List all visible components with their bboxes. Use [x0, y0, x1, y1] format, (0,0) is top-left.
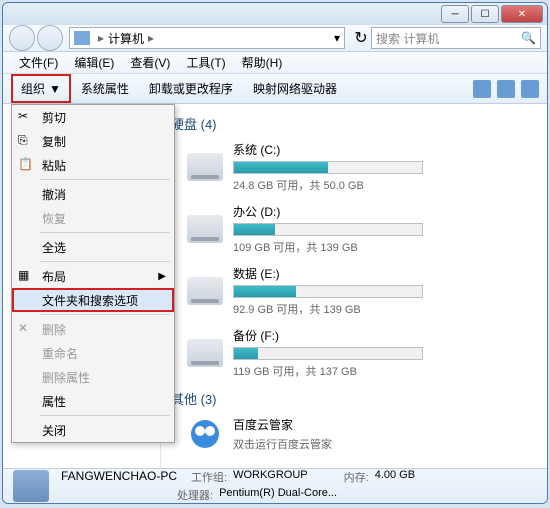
drive-c[interactable]: 系统 (C:) 24.8 GB 可用，共 50.0 GB [171, 141, 537, 193]
computer-icon [13, 470, 49, 502]
refresh-button[interactable]: ↻ [351, 28, 371, 48]
drive-icon [187, 277, 223, 305]
menu-file[interactable]: 文件(F) [11, 52, 66, 73]
statusbar: FANGWENCHAO-PC 工作组: WORKGROUP 内存: 4.00 G… [3, 468, 547, 503]
dd-select-all[interactable]: 全选 [12, 235, 174, 259]
preview-pane-icon[interactable] [497, 80, 515, 98]
menubar: 文件(F) 编辑(E) 查看(V) 工具(T) 帮助(H) [3, 52, 547, 74]
forward-button[interactable] [37, 25, 63, 51]
organize-dropdown: ✂剪切 ⎘复制 📋粘贴 撤消 恢复 全选 ▦布局▶ 文件夹和搜索选项 ✕删除 重… [11, 104, 175, 443]
menu-edit[interactable]: 编辑(E) [66, 52, 122, 73]
paste-icon: 📋 [18, 157, 34, 173]
computer-icon [74, 31, 90, 45]
help-icon[interactable] [521, 80, 539, 98]
maximize-button[interactable]: ☐ [471, 5, 499, 23]
dd-properties[interactable]: 属性 [12, 389, 174, 413]
baidu-cloud-icon [187, 416, 223, 452]
drive-d[interactable]: 办公 (D:) 109 GB 可用，共 139 GB [171, 203, 537, 255]
navbar: ▸ 计算机 ▸ ▾ ↻ 搜索 计算机 🔍 [3, 25, 547, 52]
dd-delete-props: 删除属性 [12, 365, 174, 389]
dd-layout[interactable]: ▦布局▶ [12, 264, 174, 288]
content-area: ✂剪切 ⎘复制 📋粘贴 撤消 恢复 全选 ▦布局▶ 文件夹和搜索选项 ✕删除 重… [3, 104, 547, 468]
dd-delete: ✕删除 [12, 317, 174, 341]
uninstall-button[interactable]: 卸载或更改程序 [139, 76, 243, 101]
chevron-right-icon: ▶ [158, 271, 166, 282]
dd-undo[interactable]: 撤消 [12, 182, 174, 206]
cut-icon: ✂ [18, 109, 34, 125]
main-panel: 硬盘 (4) 系统 (C:) 24.8 GB 可用，共 50.0 GB 办公 (… [161, 104, 547, 468]
menu-view[interactable]: 查看(V) [122, 52, 178, 73]
layout-icon: ▦ [18, 268, 34, 284]
toolbar: 组织 ▼ 系统属性 卸载或更改程序 映射网络驱动器 [3, 74, 547, 104]
drive-icon [187, 339, 223, 367]
search-input[interactable]: 搜索 计算机 🔍 [371, 27, 541, 49]
drive-e[interactable]: 数据 (E:) 92.9 GB 可用，共 139 GB [171, 265, 537, 317]
search-icon: 🔍 [521, 31, 536, 45]
address-dropdown-icon[interactable]: ▾ [334, 31, 340, 45]
menu-tools[interactable]: 工具(T) [178, 52, 233, 73]
menu-help[interactable]: 帮助(H) [234, 52, 291, 73]
dd-rename: 重命名 [12, 341, 174, 365]
dd-cut[interactable]: ✂剪切 [12, 105, 174, 129]
organize-button[interactable]: 组织 ▼ [11, 74, 71, 103]
titlebar: ─ ☐ ✕ [3, 3, 547, 25]
computer-name: FANGWENCHAO-PC [61, 469, 177, 485]
system-properties-button[interactable]: 系统属性 [71, 76, 139, 101]
drive-icon [187, 153, 223, 181]
other-baidu[interactable]: 百度云管家 双击运行百度云管家 [171, 416, 537, 452]
other-section-header: 其他 (3) [171, 389, 537, 408]
dd-folder-options[interactable]: 文件夹和搜索选项 [12, 288, 174, 312]
address-location: 计算机 [108, 30, 144, 47]
drive-icon [187, 215, 223, 243]
back-button[interactable] [9, 25, 35, 51]
dd-copy[interactable]: ⎘复制 [12, 129, 174, 153]
dd-redo: 恢复 [12, 206, 174, 230]
map-drive-button[interactable]: 映射网络驱动器 [243, 76, 347, 101]
address-bar[interactable]: ▸ 计算机 ▸ ▾ [69, 27, 345, 49]
dd-close[interactable]: 关闭 [12, 418, 174, 442]
explorer-window: ─ ☐ ✕ ▸ 计算机 ▸ ▾ ↻ 搜索 计算机 🔍 文件(F) 编辑(E) 查… [2, 2, 548, 504]
view-options-icon[interactable] [473, 80, 491, 98]
drive-f[interactable]: 备份 (F:) 119 GB 可用，共 137 GB [171, 327, 537, 379]
hdd-section-header: 硬盘 (4) [171, 114, 537, 133]
minimize-button[interactable]: ─ [441, 5, 469, 23]
chevron-down-icon: ▼ [49, 82, 61, 96]
delete-icon: ✕ [18, 321, 34, 337]
close-button[interactable]: ✕ [501, 5, 543, 23]
dd-paste[interactable]: 📋粘贴 [12, 153, 174, 177]
copy-icon: ⎘ [18, 133, 34, 149]
